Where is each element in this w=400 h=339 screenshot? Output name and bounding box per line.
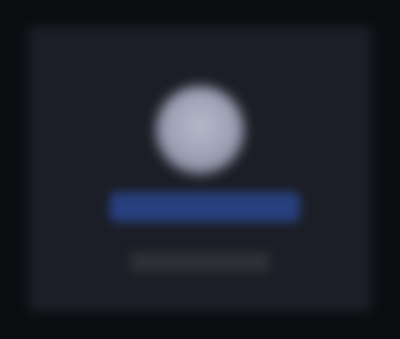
secondary-text-bar [130,252,270,272]
blurred-screen [0,0,400,339]
primary-action-button[interactable] [110,192,300,222]
user-avatar-icon [156,86,244,174]
